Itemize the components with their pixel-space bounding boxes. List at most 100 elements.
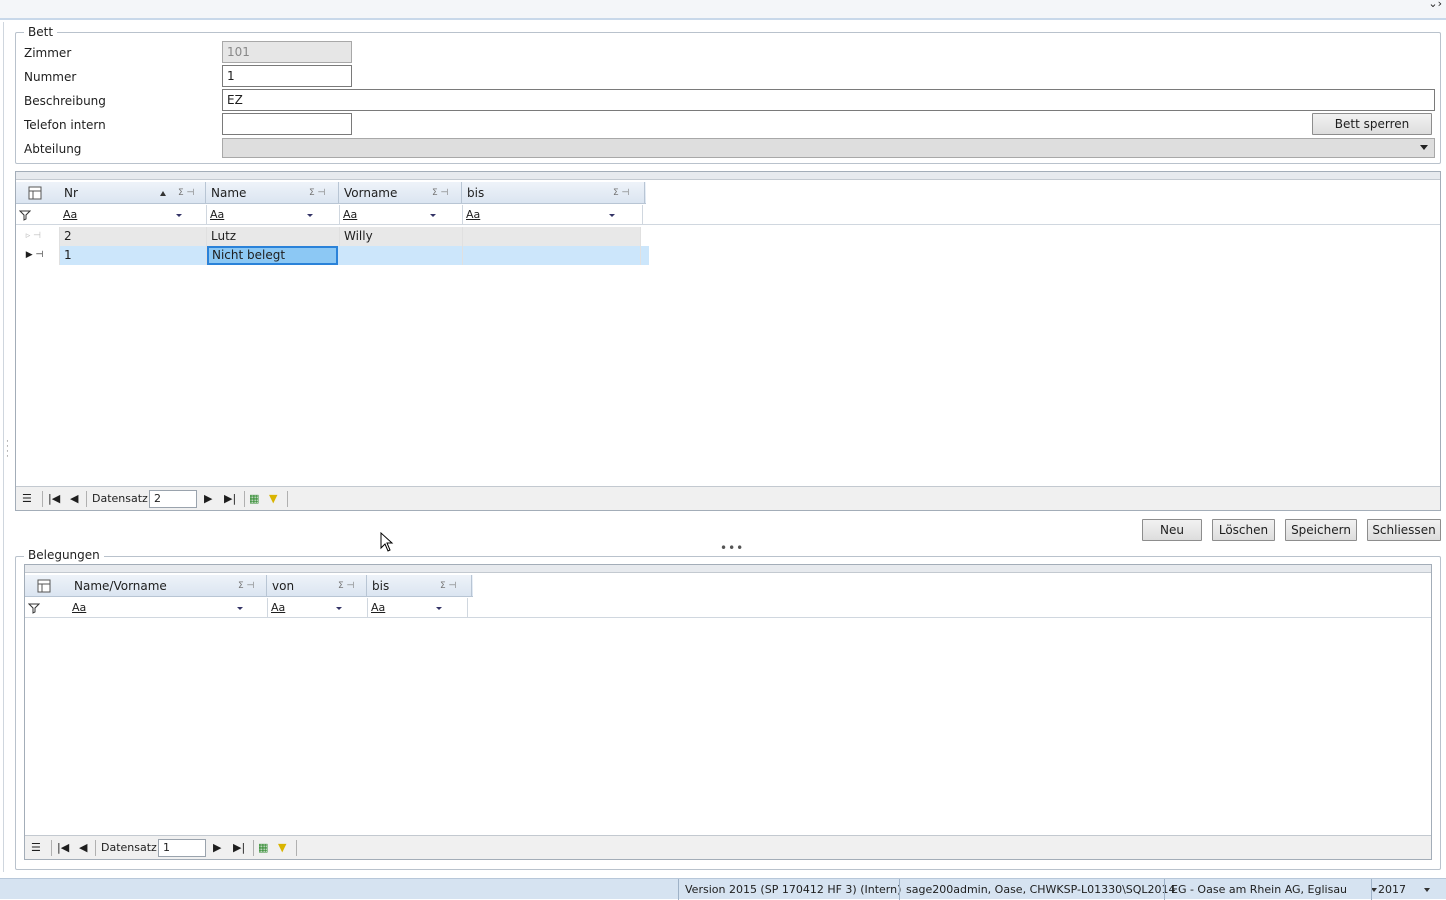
cell-vorname[interactable] <box>340 246 463 265</box>
next-record-icon[interactable]: ▶ <box>204 487 212 511</box>
previous-record-icon[interactable]: ◀ <box>79 836 87 860</box>
bett-sperren-button[interactable]: Bett sperren <box>1312 113 1432 135</box>
column-header-name-vorname[interactable]: Name/Vorname Σ ⊣ <box>70 575 267 597</box>
belegungen-legend: Belegungen <box>24 548 104 562</box>
cell-nr[interactable]: 1 <box>60 246 207 265</box>
filter-row: Aa Aa Aa <box>25 598 1431 618</box>
cell-bis[interactable] <box>463 227 641 246</box>
previous-record-icon[interactable]: ◀ <box>70 487 78 511</box>
filter-funnel-icon[interactable]: ▼ <box>278 836 286 860</box>
column-sum-pin-icon[interactable]: Σ ⊣ <box>238 575 254 597</box>
chevron-down-icon[interactable]: ⌄› <box>1428 0 1442 10</box>
last-record-icon[interactable]: ▶| <box>233 836 245 860</box>
column-sum-pin-icon[interactable]: Σ ⊣ <box>440 575 456 597</box>
list-icon[interactable]: ☰ <box>22 487 32 511</box>
separator <box>51 840 52 856</box>
speichern-button[interactable]: Speichern <box>1285 519 1357 541</box>
first-record-icon[interactable]: |◀ <box>48 487 60 511</box>
cell-name[interactable]: Lutz <box>207 227 340 246</box>
row-pin-icon[interactable]: ▹ ⊣ <box>16 227 60 246</box>
nummer-field[interactable]: 1 <box>222 65 352 87</box>
belegungen-grid: Name/Vorname Σ ⊣ von Σ ⊣ bis Σ ⊣ Aa Aa A… <box>24 564 1432 860</box>
filter-cell-name[interactable]: Aa <box>207 205 340 225</box>
record-number-input[interactable]: 2 <box>149 490 197 508</box>
abteilung-label: Abteilung <box>24 142 82 156</box>
loeschen-button[interactable]: Löschen <box>1212 519 1275 541</box>
column-sum-pin-icon[interactable]: Σ ⊣ <box>613 182 629 204</box>
filter-cell-von[interactable]: Aa <box>268 598 368 618</box>
abteilung-dropdown[interactable] <box>222 138 1435 158</box>
chevron-down-icon[interactable] <box>430 214 436 217</box>
record-navigator: ☰ |◀ ◀ Datensatz 1 ▶ ▶| ▦ ▼ <box>25 835 1431 859</box>
filter-cell-bis[interactable]: Aa <box>463 205 643 225</box>
column-header-bis[interactable]: bis Σ ⊣ <box>463 182 645 204</box>
chevron-down-icon[interactable] <box>307 214 313 217</box>
column-sum-pin-icon[interactable]: Σ ⊣ <box>178 182 194 204</box>
datensatz-label: Datensatz <box>92 492 148 505</box>
status-connection: sage200admin, Oase, CHWKSP-L01330\SQL201… <box>899 879 1182 900</box>
zimmer-field[interactable]: 101 <box>222 41 352 63</box>
window-top-bar: ⌄› <box>0 0 1446 20</box>
record-number-input[interactable]: 1 <box>158 839 206 857</box>
table-row-selected[interactable]: ▶ ⊣ 1 Nicht belegt <box>16 246 649 265</box>
status-year[interactable]: 2017 <box>1371 879 1446 900</box>
chevron-down-icon[interactable] <box>1420 145 1428 150</box>
schliessen-button[interactable]: Schliessen <box>1367 519 1441 541</box>
column-sum-pin-icon[interactable]: Σ ⊣ <box>309 182 325 204</box>
separator <box>42 491 43 507</box>
excel-export-icon[interactable]: ▦ <box>249 487 259 511</box>
status-company[interactable]: EG - Oase am Rhein AG, Eglisau <box>1164 879 1383 900</box>
cell-nr[interactable]: 2 <box>60 227 207 246</box>
status-bar: Version 2015 (SP 170412 HF 3) (Intern) s… <box>0 878 1446 900</box>
excel-export-icon[interactable]: ▦ <box>258 836 268 860</box>
chevron-down-icon[interactable] <box>436 607 442 610</box>
column-chooser-icon[interactable] <box>16 182 54 204</box>
last-record-icon[interactable]: ▶| <box>224 487 236 511</box>
table-row[interactable]: ▹ ⊣ 2 Lutz Willy <box>16 227 641 246</box>
telefon-field[interactable] <box>222 113 352 135</box>
record-navigator: ☰ |◀ ◀ Datensatz 2 ▶ ▶| ▦ ▼ <box>16 486 1440 510</box>
chevron-down-icon[interactable] <box>336 607 342 610</box>
zimmer-label: Zimmer <box>24 46 72 60</box>
column-header-bis[interactable]: bis Σ ⊣ <box>368 575 472 597</box>
first-record-icon[interactable]: |◀ <box>57 836 69 860</box>
chevron-down-icon[interactable] <box>1424 888 1430 892</box>
cell-bis[interactable] <box>463 246 641 265</box>
neu-button[interactable]: Neu <box>1142 519 1202 541</box>
chevron-down-icon[interactable] <box>609 214 615 217</box>
beschreibung-field[interactable]: EZ <box>222 89 1435 111</box>
column-chooser-icon[interactable] <box>25 575 63 597</box>
filter-cell-nr[interactable]: Aa <box>60 205 207 225</box>
bett-grid: Nr Σ ⊣ Name Σ ⊣ Vorname Σ ⊣ bis Σ ⊣ Aa A… <box>15 171 1441 511</box>
telefon-label: Telefon intern <box>24 118 106 132</box>
filter-cell-vorname[interactable]: Aa <box>340 205 463 225</box>
separator <box>253 840 254 856</box>
filter-cell-bis[interactable]: Aa <box>368 598 468 618</box>
cell-vorname[interactable]: Willy <box>340 227 463 246</box>
filter-icon[interactable] <box>16 205 60 225</box>
chevron-down-icon[interactable] <box>176 214 182 217</box>
current-row-indicator-icon[interactable]: ▶ ⊣ <box>16 246 60 265</box>
filter-icon[interactable] <box>25 598 69 618</box>
column-sum-pin-icon[interactable]: Σ ⊣ <box>338 575 354 597</box>
grid-header: Nr Σ ⊣ Name Σ ⊣ Vorname Σ ⊣ bis Σ ⊣ <box>16 182 646 204</box>
mouse-cursor-icon <box>380 532 394 552</box>
filter-row: Aa Aa Aa Aa <box>16 205 1440 225</box>
column-header-nr[interactable]: Nr Σ ⊣ <box>60 182 206 204</box>
list-icon[interactable]: ☰ <box>31 836 41 860</box>
cell-name-focused[interactable]: Nicht belegt <box>207 246 338 265</box>
column-header-von[interactable]: von Σ ⊣ <box>268 575 367 597</box>
datensatz-label: Datensatz <box>101 841 157 854</box>
filter-cell-name-vorname[interactable]: Aa <box>69 598 268 618</box>
chevron-down-icon[interactable] <box>237 607 243 610</box>
column-header-name[interactable]: Name Σ ⊣ <box>207 182 339 204</box>
column-header-vorname[interactable]: Vorname Σ ⊣ <box>340 182 462 204</box>
status-version: Version 2015 (SP 170412 HF 3) (Intern) <box>678 879 907 900</box>
next-record-icon[interactable]: ▶ <box>213 836 221 860</box>
separator <box>95 840 96 856</box>
splitter-handle-icon[interactable]: · · · · <box>6 438 10 462</box>
group-by-strip <box>25 565 1431 573</box>
column-sum-pin-icon[interactable]: Σ ⊣ <box>432 182 448 204</box>
splitter-grip-icon[interactable]: ••• <box>720 541 744 555</box>
filter-funnel-icon[interactable]: ▼ <box>269 487 277 511</box>
